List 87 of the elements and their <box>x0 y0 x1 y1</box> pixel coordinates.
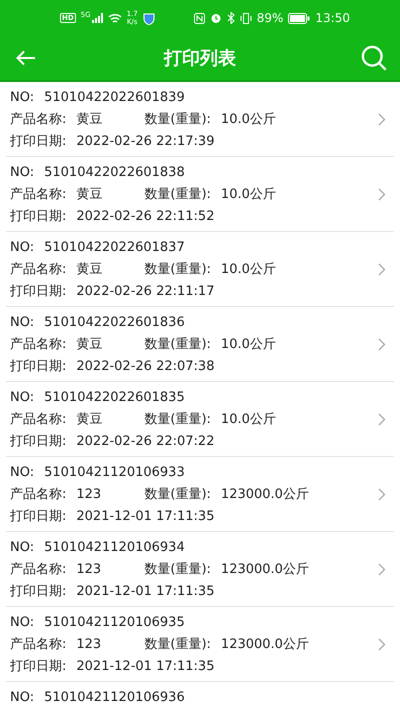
product-name-label: 产品名称: <box>10 636 66 653</box>
print-date: 2022-02-26 22:07:22 <box>76 434 214 448</box>
quantity-label: 数量(重量): <box>144 411 211 428</box>
quantity-label: 数量(重量): <box>144 336 211 353</box>
battery-icon <box>288 12 310 24</box>
nfc-icon <box>194 12 205 24</box>
print-date-label: 打印日期: <box>10 208 66 225</box>
quantity-value: 123000.0公斤 <box>220 636 309 653</box>
record-number-label: NO: <box>10 164 34 180</box>
print-date: 2021-12-01 17:11:35 <box>76 658 214 674</box>
record-number: 51010422022601838 <box>44 164 185 180</box>
record-number: 51010422022601835 <box>44 390 185 404</box>
quantity-value: 10.0公斤 <box>220 186 276 203</box>
record-number: 51010421120106933 <box>44 464 185 480</box>
quantity-label: 数量(重量): <box>144 186 211 203</box>
record-number-label: NO: <box>10 690 34 704</box>
product-name: 黄豆 <box>76 411 104 428</box>
signal-icon <box>92 13 103 23</box>
print-date: 2022-02-26 22:11:52 <box>76 208 214 224</box>
quantity-label: 数量(重量): <box>144 111 211 128</box>
quantity-label: 数量(重量): <box>144 486 211 503</box>
chevron-right-icon[interactable] <box>378 262 386 276</box>
chevron-right-icon[interactable] <box>378 638 386 650</box>
back-arrow-icon[interactable] <box>16 50 36 66</box>
quantity-value: 10.0公斤 <box>220 111 276 128</box>
product-name: 黄豆 <box>76 336 104 353</box>
print-date: 2021-12-01 17:11:35 <box>76 584 214 598</box>
record-number-label: NO: <box>10 614 34 630</box>
record-number: 51010421120106935 <box>44 614 185 630</box>
record-number-label: NO: <box>10 314 34 330</box>
chevron-right-icon[interactable] <box>378 188 386 200</box>
quantity-value: 10.0公斤 <box>220 411 276 428</box>
product-name-label: 产品名称: <box>10 486 66 503</box>
battery-percent: 89% <box>256 11 284 25</box>
shield-icon <box>142 12 155 24</box>
record-number: 51010422022601839 <box>44 90 185 104</box>
record-number-label: NO: <box>10 464 34 480</box>
quantity-value: 10.0公斤 <box>220 261 276 278</box>
product-name-label: 产品名称: <box>10 336 66 353</box>
chevron-right-icon[interactable] <box>378 488 386 500</box>
quantity-label: 数量(重量): <box>144 636 211 653</box>
alarm-icon <box>210 12 222 24</box>
product-name-label: 产品名称: <box>10 111 66 128</box>
print-date-label: 打印日期: <box>10 433 66 450</box>
product-name: 123 <box>76 636 102 652</box>
product-name-label: 产品名称: <box>10 411 66 428</box>
print-date-label: 打印日期: <box>10 508 66 525</box>
print-date-label: 打印日期: <box>10 658 66 675</box>
vibrate-icon <box>240 12 252 24</box>
print-date-label: 打印日期: <box>10 133 66 150</box>
quantity-value: 123000.0公斤 <box>220 561 309 578</box>
record-number: 51010422022601836 <box>44 314 185 330</box>
record-number-label: NO: <box>10 90 34 104</box>
record-number-label: NO: <box>10 240 34 254</box>
record-number: 51010421120106934 <box>44 540 185 554</box>
record-number: 51010421120106936 <box>44 690 185 704</box>
chevron-right-icon[interactable] <box>378 562 386 576</box>
quantity-value: 123000.0公斤 <box>220 486 309 503</box>
chevron-right-icon[interactable] <box>378 412 386 426</box>
clock: 13:50 <box>315 11 350 25</box>
print-date-label: 打印日期: <box>10 358 66 375</box>
product-name-label: 产品名称: <box>10 561 66 578</box>
quantity-label: 数量(重量): <box>144 261 211 278</box>
product-name: 黄豆 <box>76 111 104 128</box>
record-number-label: NO: <box>10 390 34 404</box>
print-date: 2022-02-26 22:07:38 <box>76 358 214 374</box>
product-name-label: 产品名称: <box>10 186 66 203</box>
print-date-label: 打印日期: <box>10 583 66 600</box>
quantity-value: 10.0公斤 <box>220 336 276 353</box>
print-date-label: 打印日期: <box>10 283 66 300</box>
print-date: 2021-12-01 17:11:35 <box>76 508 214 524</box>
record-number: 51010422022601837 <box>44 240 185 254</box>
product-name: 123 <box>76 562 102 576</box>
product-name: 黄豆 <box>76 261 104 278</box>
chevron-right-icon[interactable] <box>378 338 386 350</box>
product-name-label: 产品名称: <box>10 261 66 278</box>
search-icon[interactable] <box>360 44 388 72</box>
chevron-right-icon[interactable] <box>378 112 386 126</box>
page-title: 打印列表 <box>162 47 237 70</box>
record-number-label: NO: <box>10 540 34 554</box>
print-date: 2022-02-26 22:11:17 <box>76 284 214 298</box>
quantity-label: 数量(重量): <box>144 561 211 578</box>
bluetooth-icon <box>226 12 235 24</box>
product-name: 123 <box>76 486 102 502</box>
product-name: 黄豆 <box>76 186 104 203</box>
wifi-icon <box>108 12 122 24</box>
print-date: 2022-02-26 22:17:39 <box>76 134 214 148</box>
